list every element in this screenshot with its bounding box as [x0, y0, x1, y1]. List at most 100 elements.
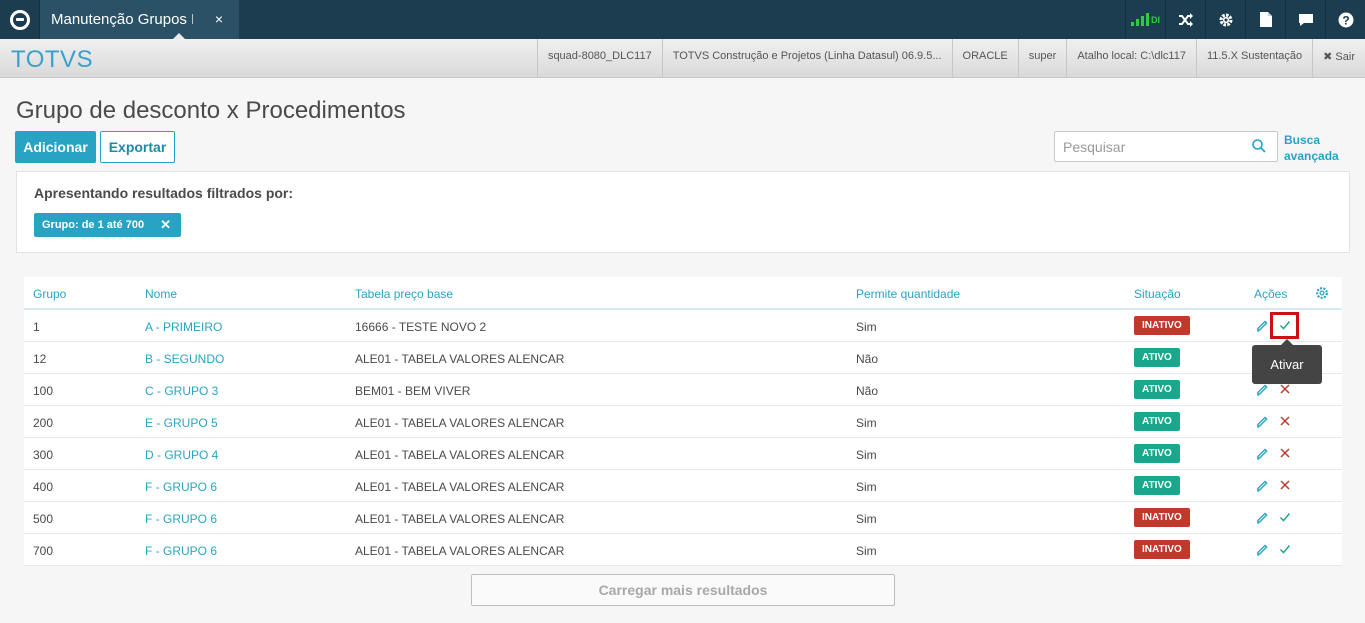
advanced-search-line2: avançada	[1284, 149, 1339, 163]
status-badge: ATIVO	[1134, 412, 1180, 431]
edit-icon[interactable]	[1256, 447, 1269, 460]
edit-icon[interactable]	[1256, 319, 1269, 332]
advanced-search-line1: Busca	[1284, 133, 1321, 147]
table-row: 200 E - GRUPO 5 ALE01 - TABELA VALORES ALE…	[24, 406, 1342, 438]
cell-permite-quantidade: Sim	[856, 448, 877, 462]
deactivate-x-icon[interactable]	[1278, 414, 1292, 428]
table-header: Grupo Nome Tabela preço base Permite qua…	[24, 277, 1342, 310]
search-box	[1054, 131, 1278, 162]
tab-manutencao-grupos[interactable]: Manutenção Grupos D ×	[40, 0, 239, 39]
cell-tabela-preco: ALE01 - TABELA VALORES ALENCAR	[355, 544, 565, 558]
cell-permite-quantidade: Sim	[856, 544, 877, 558]
table-row: 1 A - PRIMEIRO 16666 - TESTE NOVO 2 Sim INAT…	[24, 310, 1342, 342]
cell-nome-link[interactable]: D - GRUPO 4	[145, 448, 218, 462]
status-badge: ATIVO	[1134, 476, 1180, 495]
cell-tabela-preco: ALE01 - TABELA VALORES ALENCAR	[355, 480, 565, 494]
top-icon-bar: DI ?	[1125, 0, 1365, 39]
header-situacao[interactable]: Situação	[1134, 287, 1181, 301]
status-badge: INATIVO	[1134, 316, 1190, 335]
advanced-search-link[interactable]: Busca avançada	[1284, 132, 1344, 164]
search-icon[interactable]	[1252, 139, 1266, 153]
info-bar: TOTVS squad-8080_DLC117 TOTVS Construção…	[0, 39, 1365, 78]
status-badge: ATIVO	[1134, 348, 1180, 367]
header-nome[interactable]: Nome	[145, 287, 177, 301]
table-row: 700 F - GRUPO 6 ALE01 - TABELA VALORES ALE…	[24, 534, 1342, 566]
info-product: TOTVS Construção e Projetos (Linha Datas…	[661, 39, 952, 78]
filter-panel: Apresentando resultados filtrados por: G…	[16, 171, 1350, 253]
header-tabela-preco[interactable]: Tabela preço base	[355, 287, 453, 301]
search-input[interactable]	[1055, 132, 1235, 161]
edit-icon[interactable]	[1256, 511, 1269, 524]
edit-icon[interactable]	[1256, 479, 1269, 492]
edit-icon[interactable]	[1256, 543, 1269, 556]
connection-status-icon[interactable]: DI	[1125, 0, 1165, 39]
deactivate-x-icon[interactable]	[1278, 446, 1292, 460]
gear-icon[interactable]	[1205, 0, 1245, 39]
export-button[interactable]: Exportar	[100, 131, 175, 163]
filter-chip: Grupo: de 1 até 700 ✕	[34, 213, 181, 237]
header-permite-quantidade[interactable]: Permite quantidade	[856, 287, 960, 301]
edit-icon[interactable]	[1256, 383, 1269, 396]
cell-grupo: 300	[33, 448, 54, 462]
activate-check-icon[interactable]	[1278, 542, 1292, 556]
cell-nome-link[interactable]: F - GRUPO 6	[145, 512, 217, 526]
load-more-button[interactable]: Carregar mais resultados	[471, 574, 895, 606]
status-badge: INATIVO	[1134, 540, 1190, 559]
logout-button[interactable]: ✖ Sair	[1312, 39, 1365, 78]
table-row: 100 C - GRUPO 3 BEM01 - BEM VIVER Não ATIVO	[24, 374, 1342, 406]
cell-nome-link[interactable]: A - PRIMEIRO	[145, 320, 222, 334]
cell-permite-quantidade: Sim	[856, 480, 877, 494]
highlight-box	[1270, 312, 1299, 339]
cell-grupo: 1	[33, 320, 40, 334]
info-version: 11.5.X Sustentação	[1195, 39, 1312, 78]
status-badge: ATIVO	[1134, 380, 1180, 399]
deactivate-x-icon[interactable]	[1278, 382, 1292, 396]
cell-grupo: 100	[33, 384, 54, 398]
filter-chip-close-icon[interactable]: ✕	[160, 217, 171, 233]
shuffle-icon[interactable]	[1165, 0, 1205, 39]
status-badge: INATIVO	[1134, 508, 1190, 527]
cell-nome-link[interactable]: F - GRUPO 6	[145, 480, 217, 494]
app-menu-button[interactable]	[0, 0, 40, 39]
cell-permite-quantidade: Não	[856, 352, 879, 366]
cell-grupo: 400	[33, 480, 54, 494]
column-settings-gear-icon[interactable]	[1315, 286, 1329, 300]
cell-tabela-preco: ALE01 - TABELA VALORES ALENCAR	[355, 352, 565, 366]
cell-nome-link[interactable]: E - GRUPO 5	[145, 416, 218, 430]
add-button[interactable]: Adicionar	[15, 131, 96, 163]
cell-tabela-preco: ALE01 - TABELA VALORES ALENCAR	[355, 416, 565, 430]
svg-text:?: ?	[1342, 13, 1349, 27]
cell-grupo: 200	[33, 416, 54, 430]
info-shortcut: Atalho local: C:\dlc117	[1066, 39, 1196, 78]
edit-icon[interactable]	[1256, 415, 1269, 428]
cell-tabela-preco: 16666 - TESTE NOVO 2	[355, 320, 487, 334]
tab-close-icon[interactable]: ×	[215, 11, 223, 27]
document-icon[interactable]	[1245, 0, 1285, 39]
results-table: Grupo Nome Tabela preço base Permite qua…	[24, 277, 1342, 566]
cell-permite-quantidade: Sim	[856, 320, 877, 334]
connection-status-label: DI	[1151, 14, 1160, 25]
header-acoes: Ações	[1254, 287, 1288, 301]
header-grupo[interactable]: Grupo	[33, 287, 66, 301]
cell-permite-quantidade: Não	[856, 384, 879, 398]
help-icon[interactable]: ?	[1325, 0, 1365, 39]
cell-grupo: 700	[33, 544, 54, 558]
cell-nome-link[interactable]: F - GRUPO 6	[145, 544, 217, 558]
chat-icon[interactable]	[1285, 0, 1325, 39]
status-badge: ATIVO	[1134, 444, 1180, 463]
table-body: 1 A - PRIMEIRO 16666 - TESTE NOVO 2 Sim INAT…	[24, 310, 1342, 566]
page-title: Grupo de desconto x Procedimentos	[16, 97, 406, 124]
cell-nome-link[interactable]: B - SEGUNDO	[145, 352, 224, 366]
brand-logo: TOTVS	[11, 46, 94, 73]
filter-chip-label: Grupo: de 1 até 700	[42, 219, 145, 231]
deactivate-x-icon[interactable]	[1278, 478, 1292, 492]
top-bar: Manutenção Grupos D × DI ?	[0, 0, 1365, 39]
activate-check-icon[interactable]	[1278, 510, 1292, 524]
environment-info: squad-8080_DLC117 TOTVS Construção e Pro…	[536, 39, 1365, 78]
cell-tabela-preco: BEM01 - BEM VIVER	[355, 384, 471, 398]
table-row: 400 F - GRUPO 6 ALE01 - TABELA VALORES ALE…	[24, 470, 1342, 502]
cell-grupo: 12	[33, 352, 47, 366]
filter-label: Apresentando resultados filtrados por:	[34, 185, 294, 201]
cell-nome-link[interactable]: C - GRUPO 3	[145, 384, 218, 398]
cell-grupo: 500	[33, 512, 54, 526]
